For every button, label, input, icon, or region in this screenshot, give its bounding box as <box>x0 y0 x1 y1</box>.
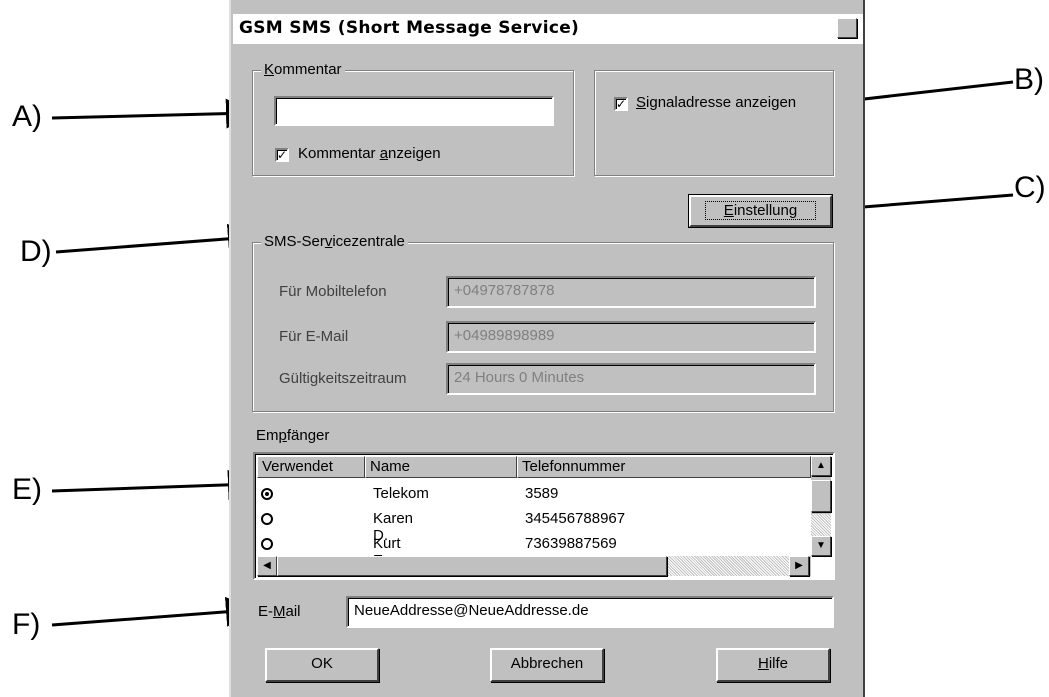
signal-label-accel: S <box>636 94 647 111</box>
window-title: GSM SMS (Short Message Service) <box>239 18 580 38</box>
mobiltelefon-field[interactable]: +04978787878 <box>446 276 816 308</box>
empfaenger-label-pre: Em <box>256 427 279 444</box>
arrow-d <box>55 223 258 254</box>
arrow-f <box>51 596 256 627</box>
einstellung-button[interactable]: Einstellung <box>688 194 833 228</box>
scroll-left-button[interactable]: ◀ <box>257 556 277 576</box>
close-button[interactable] <box>837 18 857 38</box>
servicezentrale-legend: SMS-Servicezentrale <box>261 233 408 250</box>
email-service-field[interactable]: +04989898989 <box>446 321 816 353</box>
servicezentrale-legend-post: icezentrale <box>332 233 405 250</box>
help-accel: H <box>757 655 769 672</box>
empfaenger-label: Empfänger <box>256 427 329 444</box>
kommentar-legend: Kommentar <box>261 61 345 78</box>
signal-label-rest: ignaladresse anzeigen <box>646 94 797 111</box>
cancel-button[interactable]: Abbrechen <box>490 648 604 682</box>
signal-label: Signaladresse anzeigen <box>636 94 796 111</box>
checkmark-icon: ✓ <box>616 97 627 111</box>
scroll-up-button[interactable]: ▲ <box>811 456 831 476</box>
horizontal-scroll-thumb[interactable] <box>277 556 667 576</box>
email-label-pre: E- <box>258 603 273 620</box>
kommentar-show-checkbox[interactable]: ✓ <box>275 148 289 162</box>
column-header-telefonnummer[interactable]: Telefonnummer <box>517 456 811 478</box>
scroll-left-icon: ◀ <box>263 560 271 571</box>
servicezentrale-legend-pre: SMS-Ser <box>264 233 325 250</box>
kommentar-show-label-accel: a <box>379 145 389 162</box>
used-radio[interactable] <box>261 488 273 500</box>
kommentar-legend-rest: ommentar <box>274 61 342 78</box>
title-bar: GSM SMS (Short Message Service) <box>233 14 863 44</box>
recipient-name: Telekom <box>373 485 429 502</box>
empfaenger-label-accel: p <box>278 427 287 444</box>
empfaenger-label-post: fänger <box>286 427 330 444</box>
scroll-down-icon: ▼ <box>816 540 826 551</box>
help-button[interactable]: Hilfe <box>716 648 830 682</box>
kommentar-show-label: Kommentar anzeigen <box>298 145 441 162</box>
email-service-label: Für E-Mail <box>279 328 349 345</box>
kommentar-show-label-post: nzeigen <box>388 145 441 162</box>
arrow-a <box>51 98 256 129</box>
einstellung-label: Einstellung <box>704 201 817 220</box>
help-rest: ilfe <box>768 655 789 672</box>
horizontal-scrollbar-track[interactable] <box>667 556 789 576</box>
annotation-c: C) <box>1014 171 1046 204</box>
scroll-right-button[interactable]: ▶ <box>789 556 809 576</box>
gueltigkeit-label: Gültigkeitszeitraum <box>279 370 407 387</box>
checkmark-icon: ✓ <box>277 148 288 162</box>
recipient-phone: 73639887569 <box>525 535 617 552</box>
mobiltelefon-label: Für Mobiltelefon <box>279 283 387 300</box>
arrow-e <box>51 469 258 500</box>
empfaenger-list[interactable]: Verwendet Name Telefonnummer Telekom 358… <box>253 452 835 580</box>
annotation-b: B) <box>1014 63 1044 96</box>
gueltigkeit-field[interactable]: 24 Hours 0 Minutes <box>446 363 816 395</box>
used-radio[interactable] <box>261 513 273 525</box>
column-header-name[interactable]: Name <box>365 456 517 478</box>
email-label: E-Mail <box>258 603 301 620</box>
vertical-scroll-thumb[interactable] <box>811 480 831 512</box>
kommentar-show-label-pre: Kommentar <box>298 145 380 162</box>
scroll-right-icon: ▶ <box>795 560 803 571</box>
signal-checkbox[interactable]: ✓ <box>614 97 628 111</box>
scroll-down-button[interactable]: ▼ <box>811 536 831 556</box>
column-header-verwendet[interactable]: Verwendet <box>257 456 365 478</box>
kommentar-legend-accel: K <box>264 61 275 78</box>
email-label-accel: M <box>273 603 286 620</box>
email-label-post: ail <box>285 603 301 620</box>
annotation-f: F) <box>12 608 41 641</box>
vertical-scrollbar-track[interactable] <box>811 514 831 536</box>
annotation-d: D) <box>20 235 52 268</box>
einstellung-accel: E <box>723 202 734 219</box>
ok-button[interactable]: OK <box>265 648 379 682</box>
email-input[interactable]: NeueAddresse@NeueAddresse.de <box>346 596 834 628</box>
annotation-a: A) <box>12 100 42 133</box>
annotation-e: E) <box>12 473 42 506</box>
recipient-phone: 3589 <box>525 485 559 502</box>
scroll-up-icon: ▲ <box>816 460 826 471</box>
used-radio[interactable] <box>261 538 273 550</box>
signal-group <box>594 70 834 176</box>
recipient-phone: 345456788967 <box>525 510 626 527</box>
einstellung-rest: instellung <box>733 202 798 219</box>
kommentar-input[interactable] <box>274 96 554 126</box>
